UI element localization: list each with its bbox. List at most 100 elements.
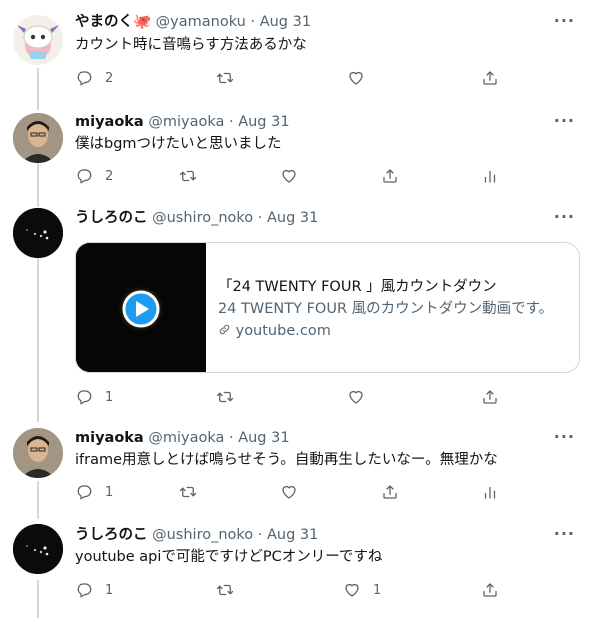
tweet-actions: 1 1 <box>75 580 505 600</box>
like-icon <box>282 169 296 183</box>
share-icon <box>483 71 497 85</box>
reply-button[interactable]: 1 <box>75 580 113 600</box>
retweet-icon <box>179 486 197 498</box>
like-button[interactable] <box>347 68 365 88</box>
share-icon <box>483 583 497 597</box>
share-button[interactable] <box>481 387 499 407</box>
reply-button[interactable]: 2 <box>75 166 113 186</box>
more-icon[interactable]: ··· <box>554 429 575 445</box>
like-button[interactable] <box>280 166 298 186</box>
display-name[interactable]: うしろのこ <box>75 527 148 543</box>
display-name[interactable]: miyaoka <box>75 430 144 446</box>
like-icon <box>282 485 296 499</box>
reply-count: 1 <box>105 582 114 598</box>
display-name[interactable]: miyaoka <box>75 114 144 130</box>
avatar[interactable] <box>13 208 63 258</box>
user-handle[interactable]: @yamanoku <box>156 14 246 30</box>
card-title: 「24 TWENTY FOUR 」風カウントダウン <box>218 279 497 295</box>
retweet-icon <box>216 584 234 596</box>
more-icon[interactable]: ··· <box>554 209 575 225</box>
timestamp[interactable]: Aug 31 <box>260 14 311 30</box>
retweet-button[interactable] <box>216 580 234 600</box>
more-icon[interactable]: ··· <box>554 13 575 29</box>
link-icon <box>219 324 230 335</box>
tweet-header: うしろのこ @ushiro_noko · Aug 31 <box>75 209 318 227</box>
more-icon[interactable]: ··· <box>554 526 575 542</box>
tweet-actions: 2 <box>75 166 505 186</box>
separator: · <box>228 114 234 130</box>
reply-icon <box>77 390 92 405</box>
reply-count: 2 <box>105 168 114 184</box>
share-button[interactable] <box>381 166 399 186</box>
analytics-button[interactable] <box>481 166 499 186</box>
tweet-header: miyaoka @miyaoka · Aug 31 <box>75 429 290 447</box>
timestamp[interactable]: Aug 31 <box>238 114 289 130</box>
card-domain: youtube.com <box>218 320 553 342</box>
user-handle[interactable]: @ushiro_noko <box>152 210 253 226</box>
like-button[interactable] <box>347 387 365 407</box>
analytics-button[interactable] <box>481 482 499 502</box>
separator: · <box>250 14 256 30</box>
card-thumbnail[interactable] <box>76 243 206 372</box>
like-button[interactable]: 1 <box>343 580 381 600</box>
link-card[interactable]: 「24 TWENTY FOUR 」風カウントダウン 24 TWENTY FOUR… <box>75 242 580 373</box>
timestamp[interactable]: Aug 31 <box>267 527 318 543</box>
share-button[interactable] <box>481 68 499 88</box>
reply-count: 1 <box>105 389 114 405</box>
tweet-text: 僕はbgmつけたいと思いました <box>75 136 282 152</box>
retweet-button[interactable] <box>216 68 234 88</box>
share-button[interactable] <box>481 580 499 600</box>
card-domain-text: youtube.com <box>235 323 331 339</box>
reply-count: 1 <box>105 484 114 500</box>
retweet-button[interactable] <box>179 166 197 186</box>
reply-button[interactable]: 2 <box>75 68 113 88</box>
avatar[interactable] <box>13 15 63 65</box>
tweet[interactable]: うしろのこ @ushiro_noko · Aug 31 ··· youtube … <box>0 517 597 618</box>
avatar[interactable] <box>13 524 63 574</box>
tweet[interactable]: miyaoka @miyaoka · Aug 31 ··· iframe用意しと… <box>0 420 597 517</box>
user-handle[interactable]: @miyaoka <box>148 114 224 130</box>
user-handle[interactable]: @miyaoka <box>148 430 224 446</box>
share-icon <box>383 485 397 499</box>
avatar[interactable] <box>13 428 63 478</box>
reply-icon <box>77 169 92 184</box>
tweet-actions: 1 <box>75 482 505 502</box>
separator: · <box>228 430 234 446</box>
like-icon <box>349 71 363 85</box>
tweet[interactable]: miyaoka @miyaoka · Aug 31 ··· 僕はbgmつけたいと… <box>0 105 597 202</box>
tweet-text: iframe用意しとけば鳴らせそう。自動再生したいなー。無理かな <box>75 452 498 468</box>
timestamp[interactable]: Aug 31 <box>267 210 318 226</box>
tweet-header: やまのく🐙 @yamanoku · Aug 31 <box>75 13 311 31</box>
tweet-actions: 1 <box>75 387 505 407</box>
like-count: 1 <box>373 582 382 598</box>
separator: · <box>257 210 263 226</box>
like-icon <box>345 583 359 597</box>
share-button[interactable] <box>381 482 399 502</box>
user-handle[interactable]: @ushiro_noko <box>152 527 253 543</box>
tweet-header: うしろのこ @ushiro_noko · Aug 31 <box>75 526 318 544</box>
reply-count: 2 <box>105 70 114 86</box>
reply-icon <box>77 583 92 598</box>
retweet-button[interactable] <box>179 482 197 502</box>
reply-button[interactable]: 1 <box>75 482 113 502</box>
retweet-icon <box>216 391 234 403</box>
like-button[interactable] <box>280 482 298 502</box>
tweet-header: miyaoka @miyaoka · Aug 31 <box>75 113 290 131</box>
reply-button[interactable]: 1 <box>75 387 113 407</box>
display-name[interactable]: うしろのこ <box>75 210 148 226</box>
analytics-icon <box>484 170 496 183</box>
tweet[interactable]: やまのく🐙 @yamanoku · Aug 31 ··· カウント時に音鳴らす方… <box>0 0 597 105</box>
reply-icon <box>77 71 92 86</box>
timestamp[interactable]: Aug 31 <box>238 430 289 446</box>
tweet-text: カウント時に音鳴らす方法あるかな <box>75 37 307 53</box>
retweet-icon <box>179 170 197 182</box>
display-name[interactable]: やまのく🐙 <box>75 14 151 30</box>
avatar[interactable] <box>13 113 63 163</box>
card-body: 「24 TWENTY FOUR 」風カウントダウン 24 TWENTY FOUR… <box>218 276 553 342</box>
separator: · <box>257 527 263 543</box>
retweet-button[interactable] <box>216 387 234 407</box>
retweet-icon <box>216 72 234 84</box>
more-icon[interactable]: ··· <box>554 113 575 129</box>
share-icon <box>483 390 497 404</box>
like-icon <box>349 390 363 404</box>
